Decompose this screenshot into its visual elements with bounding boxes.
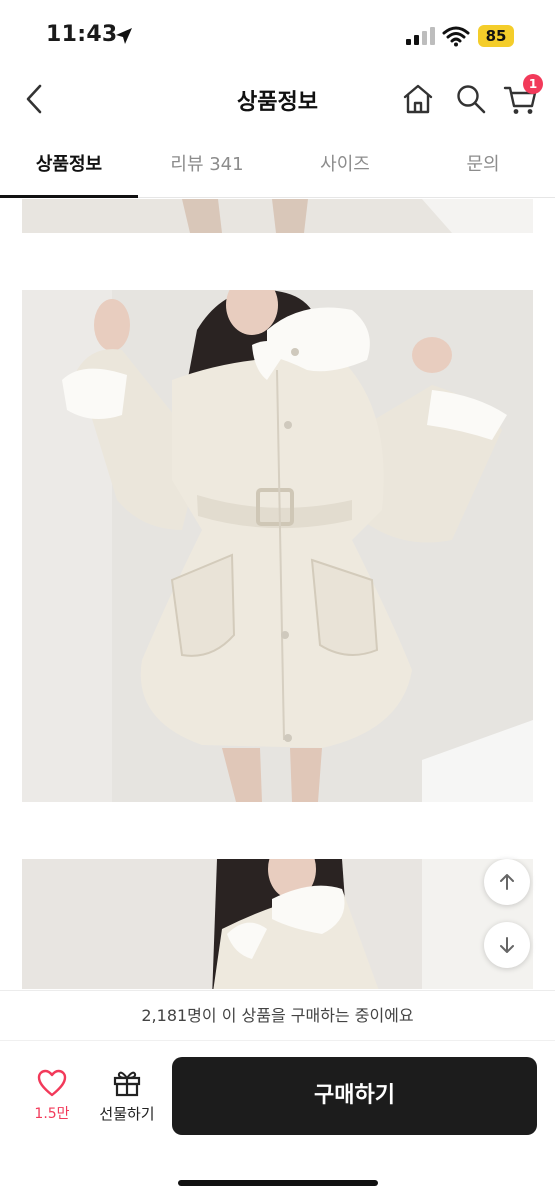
buy-button[interactable]: 구매하기 [172, 1057, 537, 1135]
scroll-down-button[interactable] [484, 922, 530, 968]
status-time: 11:43 [46, 22, 118, 47]
home-indicator [178, 1180, 378, 1186]
home-icon[interactable] [401, 82, 435, 116]
scroll-up-button[interactable] [484, 859, 530, 905]
product-image-top-art [22, 199, 533, 233]
product-detail-content[interactable] [0, 199, 555, 989]
product-image-main [22, 290, 533, 802]
wifi-icon [442, 26, 470, 47]
model-coat-illustration [22, 290, 533, 802]
tab-inquiry[interactable]: 문의 [414, 140, 552, 198]
search-icon[interactable] [454, 82, 488, 116]
cart-count-badge: 1 [523, 74, 543, 94]
location-arrow-icon [116, 28, 132, 44]
tab-reviews[interactable]: 리뷰 341 [138, 140, 276, 198]
purchase-action-bar: 1.5만 선물하기 구매하기 [0, 1040, 555, 1200]
signal-icon [406, 27, 435, 45]
gift-button[interactable]: 선물하기 [92, 1069, 162, 1129]
battery-indicator: 85 [478, 25, 514, 47]
like-count: 1.5만 [34, 1106, 70, 1122]
gift-icon [113, 1071, 141, 1097]
product-image-bottom-art [22, 859, 533, 989]
like-button[interactable]: 1.5만 [22, 1069, 82, 1129]
tab-product-info[interactable]: 상품정보 [0, 140, 138, 198]
product-tabs: 상품정보 리뷰 341 사이즈 문의 [0, 140, 555, 198]
gift-label: 선물하기 [99, 1105, 155, 1123]
tab-size[interactable]: 사이즈 [276, 140, 414, 198]
heart-icon [37, 1069, 67, 1097]
product-image-partial-top [22, 199, 533, 233]
app-header: 상품정보 1 [0, 70, 555, 128]
purchase-notice: 2,181명이 이 상품을 구매하는 중이에요 [0, 990, 555, 1040]
arrow-down-icon [500, 937, 514, 953]
arrow-up-icon [500, 874, 514, 890]
product-image-partial-bottom [22, 859, 533, 989]
status-bar: 11:43 85 [0, 0, 555, 70]
